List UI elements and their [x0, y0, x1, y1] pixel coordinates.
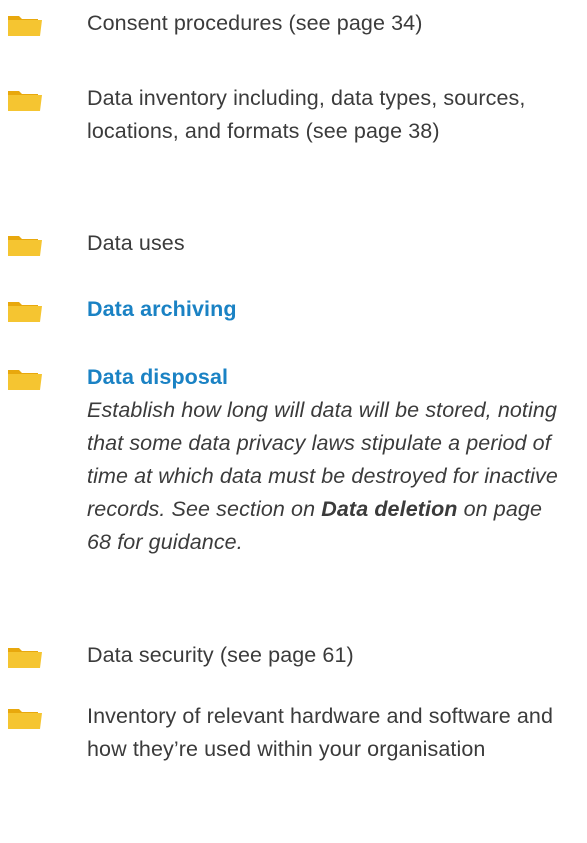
desc-bold-ref: Data deletion	[321, 497, 458, 521]
item-title: Data disposal	[87, 365, 229, 389]
folder-icon	[8, 368, 42, 390]
folder-icon	[8, 707, 42, 729]
folder-icon	[8, 89, 42, 111]
folder-icon	[8, 646, 42, 668]
item-text: Inventory of relevant hardware and softw…	[87, 704, 554, 761]
folder-icon	[8, 234, 42, 256]
item-title: Data archiving	[87, 297, 237, 321]
item-description: Establish how long will data will be sto…	[87, 394, 567, 559]
item-text: Data uses	[87, 231, 185, 255]
folder-icon	[8, 300, 42, 322]
item-text: Data security (see page 61)	[87, 643, 354, 667]
folder-icon	[8, 14, 42, 36]
item-text: Data inventory including, data types, so…	[87, 86, 526, 143]
item-text: Consent procedures (see page 34)	[87, 11, 423, 35]
item-block: Data disposal Establish how long will da…	[87, 361, 567, 559]
